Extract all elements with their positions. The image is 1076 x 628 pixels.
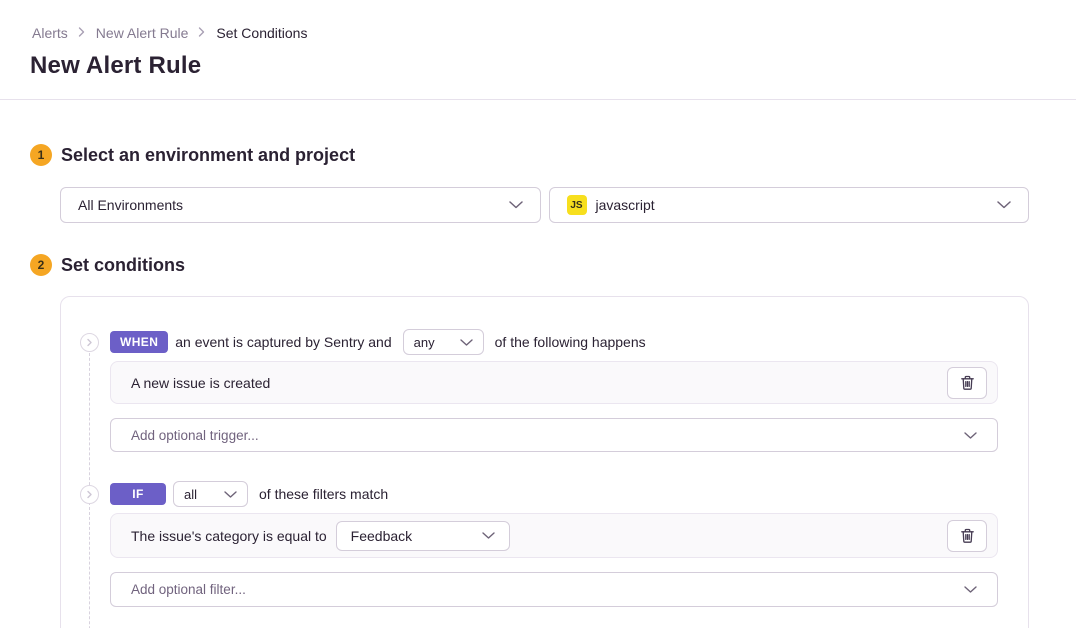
chevron-down-icon [964,586,977,593]
when-match-select[interactable]: any [403,329,484,355]
trash-icon [960,375,975,391]
javascript-platform-icon: JS [567,195,587,215]
trigger-row: A new issue is created [110,361,998,404]
breadcrumb-set-conditions: Set Conditions [216,25,307,41]
trash-icon [960,528,975,544]
delete-filter-button[interactable] [947,520,987,552]
chevron-down-icon [482,532,495,539]
chevron-down-icon [224,491,237,498]
trigger-label: A new issue is created [121,375,270,391]
add-optional-trigger-placeholder: Add optional trigger... [131,428,259,443]
environment-project-row: All Environments JS javascript [60,187,1029,223]
conditions-card: WHEN an event is captured by Sentry and … [60,296,1029,628]
step-2-header: 2 Set conditions [30,254,1029,276]
if-match-select[interactable]: all [173,481,248,507]
delete-trigger-button[interactable] [947,367,987,399]
chevron-down-icon [460,339,473,346]
if-match-value: all [184,487,197,502]
if-text-after: of these filters match [259,486,388,502]
chevron-down-icon [509,201,523,209]
filter-label: The issue's category is equal to [121,528,327,544]
if-badge: IF [110,483,166,505]
breadcrumb: Alerts New Alert Rule Set Conditions [32,25,1044,41]
when-match-value: any [414,335,435,350]
chevron-right-circle-icon [80,485,99,504]
chevron-down-icon [997,201,1011,209]
environment-select-value: All Environments [78,197,183,213]
page-title: New Alert Rule [30,52,1044,80]
step-1-title: Select an environment and project [61,145,355,166]
step-1-header: 1 Select an environment and project [30,144,1029,166]
environment-select[interactable]: All Environments [60,187,541,223]
breadcrumb-separator-icon [198,25,206,40]
filter-value: Feedback [351,528,412,544]
when-badge: WHEN [110,331,168,353]
when-text-before: an event is captured by Sentry and [175,334,391,350]
filter-value-select[interactable]: Feedback [336,521,510,551]
project-select[interactable]: JS javascript [549,187,1030,223]
chevron-down-icon [964,432,977,439]
main-content: 1 Select an environment and project All … [0,144,1076,628]
project-select-value: javascript [596,197,655,213]
chevron-right-circle-icon [80,333,99,352]
add-optional-filter-placeholder: Add optional filter... [131,582,246,597]
breadcrumb-alerts[interactable]: Alerts [32,25,68,41]
breadcrumb-new-alert-rule[interactable]: New Alert Rule [96,25,189,41]
step-2-title: Set conditions [61,255,185,276]
when-text-after: of the following happens [495,334,646,350]
filter-row: The issue's category is equal to Feedbac… [110,513,998,558]
add-optional-filter-select[interactable]: Add optional filter... [110,572,998,607]
breadcrumb-separator-icon [78,25,86,40]
when-condition-header: WHEN an event is captured by Sentry and … [110,329,998,355]
add-optional-trigger-select[interactable]: Add optional trigger... [110,418,998,452]
page-header: Alerts New Alert Rule Set Conditions New… [0,0,1076,100]
if-condition-header: IF all of these filters match [110,481,998,507]
step-2-number-badge: 2 [30,254,52,276]
step-1-number-badge: 1 [30,144,52,166]
